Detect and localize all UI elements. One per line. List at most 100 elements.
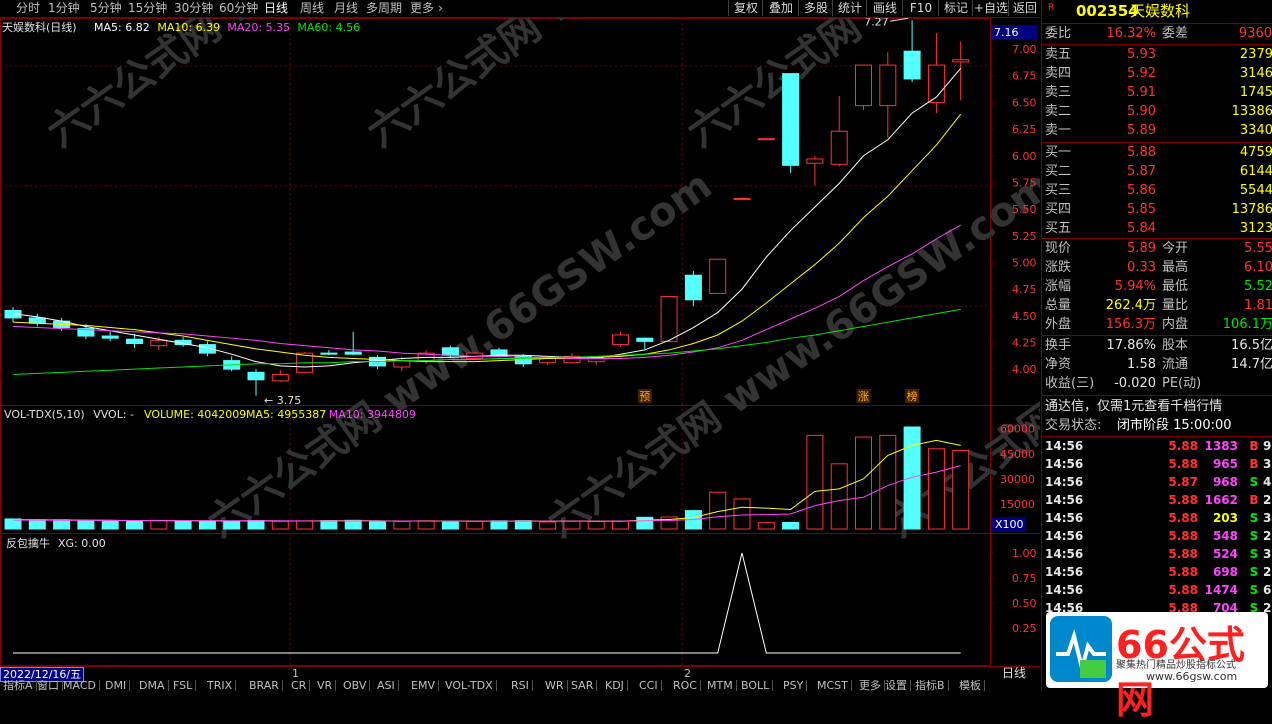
order-label: 买三 [1045,183,1072,198]
indicator-tab-6[interactable]: TRIX [204,680,237,691]
price-tick-label: 6.00 [1012,150,1037,163]
indicator-legend: XG: 0.00 [58,537,106,550]
stat-label: 涨幅 [1045,279,1072,294]
price-tick-label: 7.00 [1012,43,1037,56]
indicator-tab-25[interactable]: 设置 [882,680,911,691]
indicator-tab-4[interactable]: DMA [136,680,169,691]
indicator-tab-21[interactable]: BOLL [738,680,774,691]
template-tab-0[interactable]: 指标B [912,680,949,691]
order-label: 卖二 [1045,104,1072,119]
toolbar-button-7[interactable]: +自选 [972,0,1009,16]
order-label: 卖四 [1045,66,1072,81]
order-price: 5.84 [1127,221,1156,236]
stat-row: 外盘 156.3万 内盘 106.1万 [1042,315,1272,334]
toolbar-button-4[interactable]: 画线 [866,0,903,16]
indicator-tab-22[interactable]: PSY [780,680,808,691]
indicator-tab-16[interactable]: SAR [568,680,598,691]
stat-label: 总量 [1045,298,1072,313]
indicator-tab-10[interactable]: OBV [340,680,371,691]
period-toolbar: 分时 1分钟 5分钟 15分钟 30分钟 60分钟 日线 周线 月线 多周期 更多 › 复权 叠加 多股 统计… [0,0,1040,18]
indicator-tab-14[interactable]: RSI [508,680,533,691]
toolbar-button-5[interactable]: F10 [902,0,939,16]
stat-label: 今开 [1162,241,1189,256]
month-mark: 2 [684,667,691,680]
event-marker-label: 涨 [858,390,869,403]
weibi-value: 16.32% [1106,26,1156,41]
event-marker-label: 预 [639,390,650,403]
indicator-tab-20[interactable]: MTM [704,680,737,691]
toolbar-button-1[interactable]: 叠加 [762,0,799,16]
chart-area[interactable]: 六六公式网 www.66GSW.com六六公式网 www.66GSW.com六六… [0,18,1040,666]
indicator-tab-5[interactable]: FSL [170,680,197,691]
toolbar-button-6[interactable]: 标记 [938,0,973,16]
volume-bar [879,434,897,530]
indicator-tab-24[interactable]: 更多 [856,680,885,691]
indicator-tab-8[interactable]: CR [288,680,311,691]
tick-row: 14:565.88548S24 [1042,527,1272,545]
order-volume: 13786 [1231,202,1272,217]
promo-text[interactable]: 通达信，仅需1元查看千档行情 [1045,397,1222,416]
indicator-tab-0[interactable]: 指标A [0,680,37,691]
promo-link[interactable]: 通达信，仅需1元查看千档行情 [1042,397,1272,416]
indicator-tab-19[interactable]: ROC [670,680,701,691]
volume-bar [198,520,216,530]
candle-body [855,64,872,107]
period-tab-4[interactable]: 30分钟 [174,0,213,16]
volume-bar [271,520,289,530]
weicha-value: 9360 [1238,26,1272,41]
price-tick-label: 5.50 [1012,203,1037,216]
tick-volume: 524 [1212,547,1238,561]
indicator-tab-18[interactable]: CCI [636,680,662,691]
indicator-tab-11[interactable]: ASI [374,680,399,691]
stat-label: 换手 [1045,338,1072,353]
tick-side: B [1249,493,1259,507]
toolbar-button-2[interactable]: 多股 [798,0,833,16]
stat-row: 总量 262.4万 量比 1.81 [1042,296,1272,315]
candle-body [636,337,654,342]
price-tick-label: 6.50 [1012,96,1037,109]
period-tab-6[interactable]: 日线 [264,0,288,16]
template-tab-1[interactable]: 模板 [956,680,985,691]
period-tab-8[interactable]: 月线 [334,0,358,16]
more-arrow-icon[interactable]: › [438,0,443,16]
period-tab-5[interactable]: 60分钟 [219,0,258,16]
tick-time: 14:56 [1045,547,1084,561]
period-tab-1[interactable]: 1分钟 [48,0,80,16]
volume-tick-label: 30000 [1000,473,1035,486]
period-tab-2[interactable]: 5分钟 [90,0,122,16]
volume-bar [77,520,95,530]
stat-label: 现价 [1045,241,1072,256]
tick-count: 34 [1263,511,1272,525]
tick-count: 67 [1263,583,1272,597]
toolbar-button-3[interactable]: 统计 [832,0,867,16]
indicator-tab-2[interactable]: MACD [60,680,100,691]
tick-side: S [1249,547,1259,561]
period-tab-9[interactable]: 多周期 [366,0,402,16]
volume-bar [587,520,605,530]
indicator-tab-3[interactable]: DMI [102,680,131,691]
indicator-tab-15[interactable]: WR [542,680,568,691]
order-volume: 4759 [1239,145,1272,160]
volume-bar [636,516,654,530]
volume-bar [320,520,338,530]
stat-value: 16.5亿 [1231,338,1272,353]
period-tab-3[interactable]: 15分钟 [128,0,167,16]
indicator-tab-7[interactable]: BRAR [246,680,283,691]
toolbar-button-8[interactable]: 返回 [1008,0,1041,16]
indicator-tab-1[interactable]: 窗口 [34,680,63,691]
indicator-tab-9[interactable]: VR [314,680,337,691]
volume-bar [53,519,71,530]
indicator-tab-12[interactable]: EMV [408,680,439,691]
toolbar-button-0[interactable]: 复权 [728,0,763,16]
indicator-tab-13[interactable]: VOL-TDX [442,680,497,691]
indicator-tab-23[interactable]: MCST [814,680,852,691]
volume-bar [563,520,581,530]
volume-bar [855,436,872,530]
candle-body [393,360,411,368]
indicator-tab-17[interactable]: KDJ [602,680,628,691]
period-tab-0[interactable]: 分时 [16,0,40,16]
period-tab-7[interactable]: 周线 [300,0,324,16]
period-tab-10[interactable]: 更多 [410,0,434,16]
stat-label: 净资 [1045,357,1072,372]
price-tick-label: 5.00 [1012,256,1037,269]
